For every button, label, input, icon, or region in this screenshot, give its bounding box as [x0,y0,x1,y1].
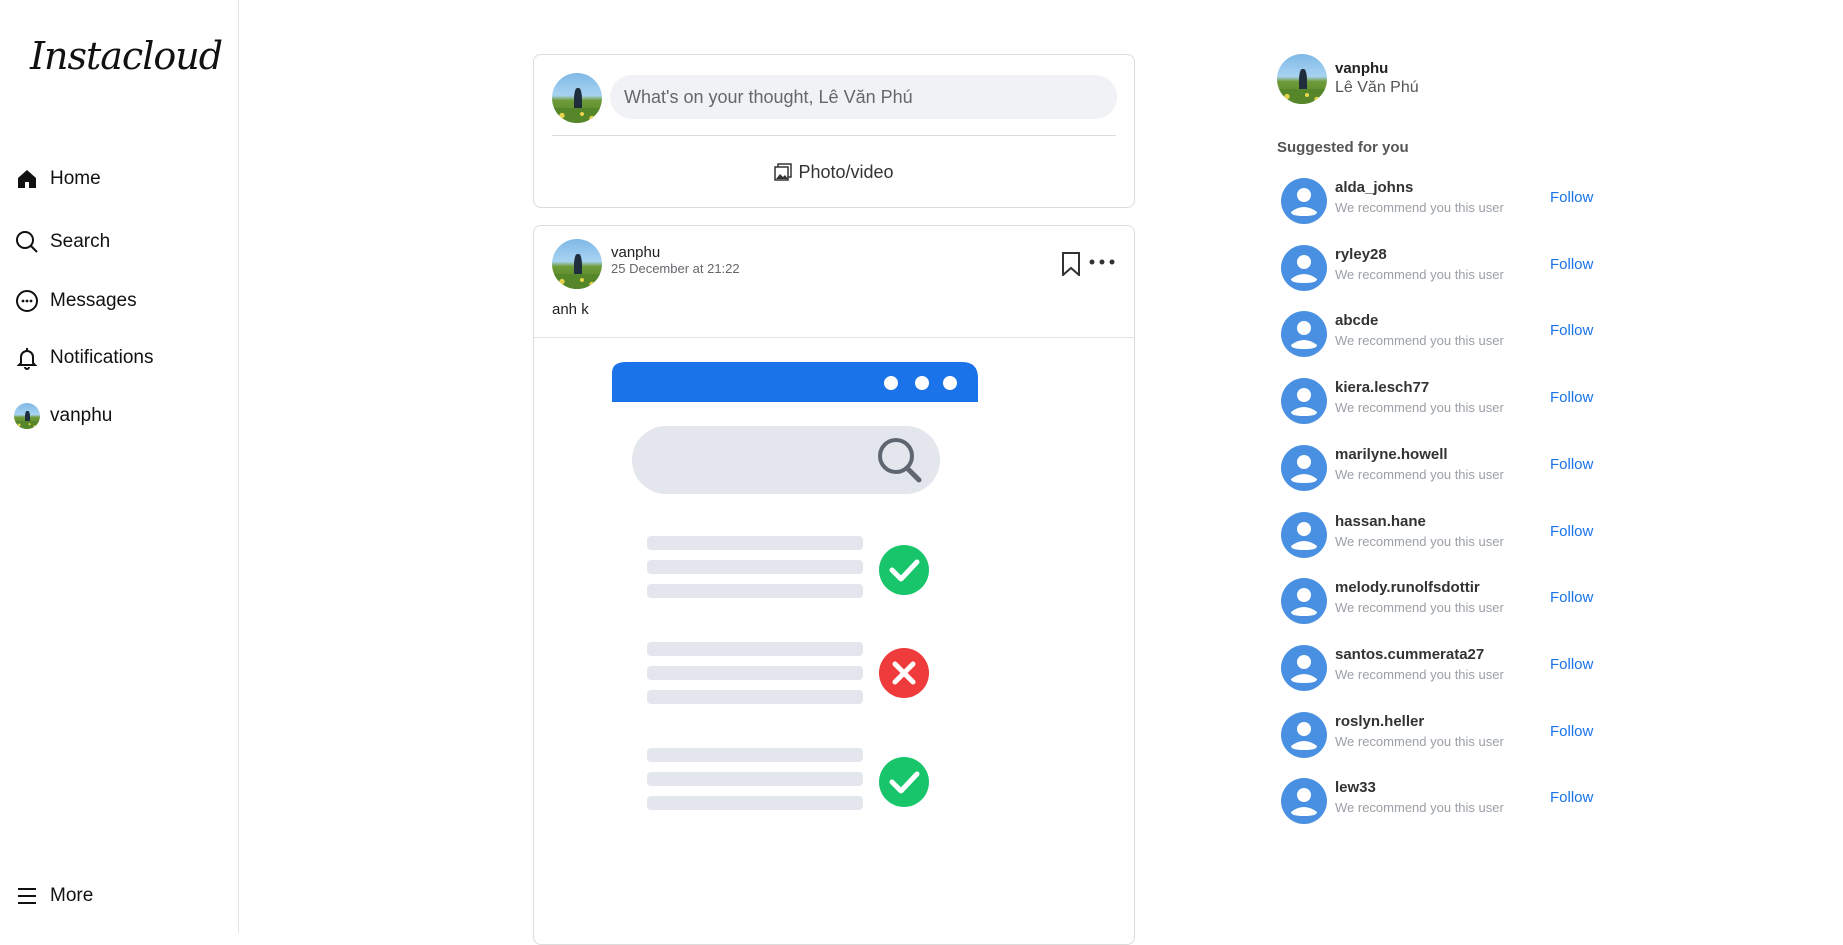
suggestion-item: marilyne.howell We recommend you this use… [1277,442,1607,492]
avatar-wrapper [14,403,40,429]
suggestion-item: melody.runolfsdottir We recommend you thi… [1277,575,1607,625]
follow-button[interactable]: Follow [1550,589,1593,606]
suggestion-reason: We recommend you this user [1335,466,1504,482]
suggestion-reason: We recommend you this user [1335,666,1504,682]
app-logo[interactable]: Instacloud [30,34,223,78]
bell-icon [14,345,40,371]
post-author[interactable]: vanphu [611,244,660,261]
more-options-icon[interactable] [1087,252,1117,272]
suggestion-reason: We recommend you this user [1335,333,1504,349]
suggestion-username[interactable]: ryley28 [1335,246,1387,263]
default-avatar-icon [1281,778,1327,825]
post-card: vanphu 25 December at 21:22 anh k [533,225,1135,945]
default-avatar-icon [1281,444,1327,491]
photo-video-label: Photo/video [798,161,894,182]
follow-button[interactable]: Follow [1550,456,1593,473]
follow-button[interactable]: Follow [1550,189,1593,206]
follow-button[interactable]: Follow [1550,656,1593,673]
suggestion-reason: We recommend you this user [1335,533,1504,549]
suggestion-item: hassan.hane We recommend you this user Fol… [1277,509,1607,559]
suggestion-item: kiera.lesch77 We recommend you this user F… [1277,375,1607,425]
suggestion-username[interactable]: marilyne.howell [1335,446,1448,463]
default-avatar-icon [1281,511,1327,558]
avatar[interactable] [552,73,602,123]
default-avatar-icon [1281,711,1327,758]
suggestion-item: roslyn.heller We recommend you this user F… [1277,709,1607,759]
suggestion-username[interactable]: melody.runolfsdottir [1335,579,1480,596]
sidebar: Instacloud Home Search Messages Notifica… [0,0,239,933]
suggestion-item: alda_johns We recommend you this user Foll… [1277,175,1607,225]
suggestion-username[interactable]: abcde [1335,312,1378,329]
photo-video-button[interactable]: Photo/video [534,155,1134,189]
suggestion-reason: We recommend you this user [1335,266,1504,282]
post-image [612,362,978,810]
sidebar-item-notifications[interactable]: Notifications [14,338,154,378]
avatar [14,403,40,429]
default-avatar-icon [1281,311,1327,358]
suggestions-title: Suggested for you [1277,139,1409,156]
suggestion-username[interactable]: lew33 [1335,779,1376,796]
sidebar-item-label: Search [50,231,111,252]
search-icon [14,229,40,255]
sidebar-item-profile[interactable]: vanphu [14,396,112,436]
suggestion-item: lew33 We recommend you this user Follow [1277,775,1607,825]
suggestion-username[interactable]: roslyn.heller [1335,713,1424,730]
avatar[interactable] [1277,54,1327,104]
bookmark-icon[interactable] [1060,252,1082,276]
suggestion-username[interactable]: kiera.lesch77 [1335,379,1429,396]
sidebar-item-home[interactable]: Home [14,159,101,199]
sidebar-item-label: Notifications [50,347,154,368]
suggestion-username[interactable]: hassan.hane [1335,513,1426,530]
suggestion-username[interactable]: santos.cummerata27 [1335,646,1484,663]
sidebar-item-label: Messages [50,290,137,311]
sidebar-item-more[interactable]: More [14,876,93,916]
default-avatar-icon [1281,178,1327,224]
sidebar-item-messages[interactable]: Messages [14,281,137,321]
default-avatar-icon [1281,578,1327,625]
post-composer: What's on your thought, Lê Văn Phú Photo… [533,54,1135,208]
suggestion-username[interactable]: alda_johns [1335,179,1413,196]
suggestion-item: ryley28 We recommend you this user Follow [1277,242,1607,292]
suggestion-reason: We recommend you this user [1335,600,1504,616]
suggestion-reason: We recommend you this user [1335,400,1504,416]
suggestion-reason: We recommend you this user [1335,733,1504,749]
avatar[interactable] [552,239,602,289]
sidebar-item-search[interactable]: Search [14,222,110,262]
image-icon [774,163,793,181]
menu-icon [14,883,40,909]
default-avatar-icon [1281,644,1327,691]
message-icon [14,288,40,314]
current-username[interactable]: vanphu [1335,60,1388,77]
suggestion-reason: We recommend you this user [1335,800,1504,816]
suggestion-reason: We recommend you this user [1335,200,1504,215]
sidebar-item-label: More [50,885,94,906]
post-time: 25 December at 21:22 [611,261,740,276]
follow-button[interactable]: Follow [1550,389,1593,406]
divider [552,135,1116,136]
follow-button[interactable]: Follow [1550,523,1593,540]
follow-button[interactable]: Follow [1550,322,1593,339]
post-input[interactable]: What's on your thought, Lê Văn Phú [610,75,1117,119]
default-avatar-icon [1281,244,1327,291]
suggestion-item: santos.cummerata27 We recommend you this … [1277,642,1607,692]
follow-button[interactable]: Follow [1550,789,1593,806]
default-avatar-icon [1281,378,1327,425]
follow-button[interactable]: Follow [1550,256,1593,273]
follow-button[interactable]: Follow [1550,723,1593,740]
sidebar-item-label: vanphu [50,405,113,426]
current-fullname: Lê Văn Phú [1335,79,1419,96]
post-caption: anh k [552,301,589,318]
sidebar-item-label: Home [50,168,101,189]
suggestion-item: abcde We recommend you this user Follow [1277,308,1607,358]
home-icon [14,166,40,192]
